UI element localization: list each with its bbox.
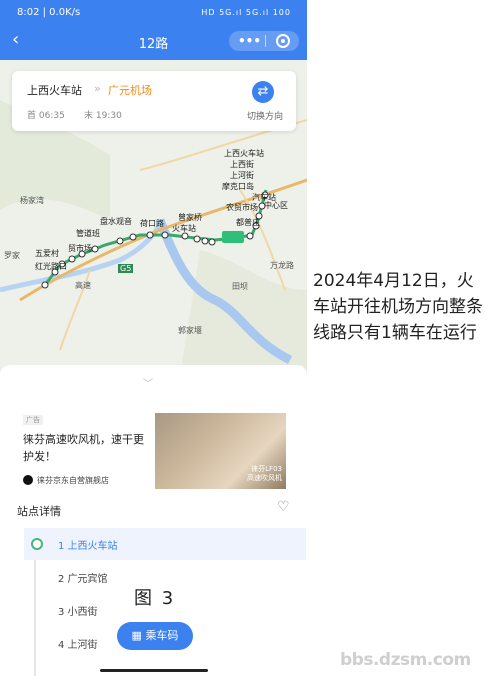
annotation-caption: 2024年4月12日，火车站开往机场方向整条线路只有1辆车在运行 bbox=[313, 271, 483, 343]
map-place-label: 杨家湾 bbox=[20, 196, 44, 205]
first-bus-time: 首 06:35 bbox=[27, 111, 65, 121]
map-stop-label: 火车站 bbox=[172, 224, 196, 233]
map-stop-label: 上河街 bbox=[230, 171, 254, 180]
map-place-label: 高速 bbox=[75, 281, 91, 290]
switch-direction-label: 切换方向 bbox=[246, 112, 283, 122]
map-stop-label: 曾家桥 bbox=[178, 213, 202, 222]
chevron-down-icon[interactable]: ﹀ bbox=[143, 375, 153, 390]
map-stop-label: 上西街 bbox=[230, 160, 254, 169]
app-header: 8:02 | 0.0K/s HD 5G.ıl 5G.ıl 100 ‹ 12路 •… bbox=[0, 0, 307, 60]
map-stop-label: 摩克口岛 bbox=[222, 182, 254, 191]
last-bus-time: 末 19:30 bbox=[84, 111, 122, 121]
stops-section-title: 站点详情 bbox=[17, 505, 61, 518]
map-stop-label: 管道班 bbox=[76, 229, 100, 238]
capsule-divider bbox=[265, 35, 266, 47]
map-stop-label: 荷口路 bbox=[140, 219, 164, 228]
stop-row[interactable]: 1 上西火车站 bbox=[24, 528, 306, 560]
map-road-shield: G5 bbox=[118, 264, 134, 273]
map-stop-label: 农贸市场 bbox=[226, 203, 258, 212]
stop-name: 4 上河街 bbox=[58, 640, 98, 651]
status-bar: 8:02 | 0.0K/s HD 5G.ıl 5G.ıl 100 bbox=[0, 0, 307, 26]
figure-label: 图 3 bbox=[134, 588, 176, 609]
status-time: 8:02 | 0.0K/s bbox=[17, 7, 81, 18]
direction-arrow-icon: » bbox=[94, 82, 101, 95]
map-stop-label: 上西火车站 bbox=[224, 149, 264, 158]
map-place-label: 田坝 bbox=[232, 282, 248, 291]
stop-name: 2 广元宾馆 bbox=[58, 574, 108, 585]
destination-station: 广元机场 bbox=[108, 84, 152, 97]
bus-marker bbox=[222, 231, 244, 243]
map-place-label: 万龙路 bbox=[270, 261, 294, 270]
site-watermark: bbs.dzsm.com bbox=[340, 650, 471, 670]
miniapp-capsule: ••• bbox=[229, 31, 299, 51]
map-stop-label: 中心区 bbox=[264, 201, 288, 210]
phone-screenshot: 8:02 | 0.0K/s HD 5G.ıl 5G.ıl 100 ‹ 12路 •… bbox=[0, 0, 307, 676]
stop-dot-icon bbox=[31, 538, 43, 550]
stop-name: 3 小西街 bbox=[58, 607, 98, 618]
map-stop-label: 五爱村 bbox=[35, 249, 59, 258]
map-stop-label: 红光路口 bbox=[35, 262, 67, 271]
ad-store-name: 徕芬京东自营旗舰店 bbox=[37, 476, 109, 485]
map-stop-label: 盘水观音 bbox=[100, 217, 132, 226]
qr-code-icon: ▦ bbox=[131, 629, 146, 642]
map-stop-label: 都普庄 bbox=[236, 218, 260, 227]
route-info-card: 上西火车站 » 广元机场 首 06:35 末 19:30 ⇄ 切换方向 bbox=[12, 71, 296, 131]
ad-product-image[interactable]: 徕芬LF03 高速吹风机 bbox=[155, 413, 286, 489]
target-close-icon[interactable] bbox=[276, 34, 290, 48]
heart-icon[interactable]: ♡ bbox=[277, 499, 290, 515]
status-icons: HD 5G.ıl 5G.ıl 100 bbox=[201, 8, 291, 17]
home-indicator[interactable] bbox=[100, 669, 208, 672]
map-place-label: 郭家堰 bbox=[178, 326, 202, 335]
origin-station: 上西火车站 bbox=[27, 84, 82, 97]
swap-arrows-icon[interactable]: ⇄ bbox=[252, 81, 274, 103]
store-logo-icon bbox=[23, 475, 33, 485]
ad-tag: 广告 bbox=[23, 415, 43, 425]
switch-direction-button[interactable]: ⇄ 切换方向 bbox=[240, 81, 290, 127]
more-dots-icon[interactable]: ••• bbox=[238, 31, 261, 51]
stop-name: 1 上西火车站 bbox=[58, 541, 118, 552]
ride-code-button[interactable]: ▦ 乘车码 bbox=[117, 622, 193, 650]
ad-banner[interactable]: 广告 徕芬高速吹风机，速干更护发！ 徕芬京东自营旗舰店 徕芬LF03 高速吹风机 bbox=[15, 409, 299, 491]
map-stop-label: 贸市场 bbox=[68, 244, 92, 253]
map-place-label: 罗家 bbox=[4, 251, 20, 260]
ad-image-caption: 徕芬LF03 高速吹风机 bbox=[247, 465, 282, 482]
ad-text[interactable]: 徕芬高速吹风机，速干更护发！ bbox=[23, 431, 151, 465]
bottom-sheet: ﹀ 广告 徕芬高速吹风机，速干更护发！ 徕芬京东自营旗舰店 徕芬LF03 高速吹… bbox=[0, 365, 307, 676]
ride-code-label: 乘车码 bbox=[145, 629, 179, 642]
